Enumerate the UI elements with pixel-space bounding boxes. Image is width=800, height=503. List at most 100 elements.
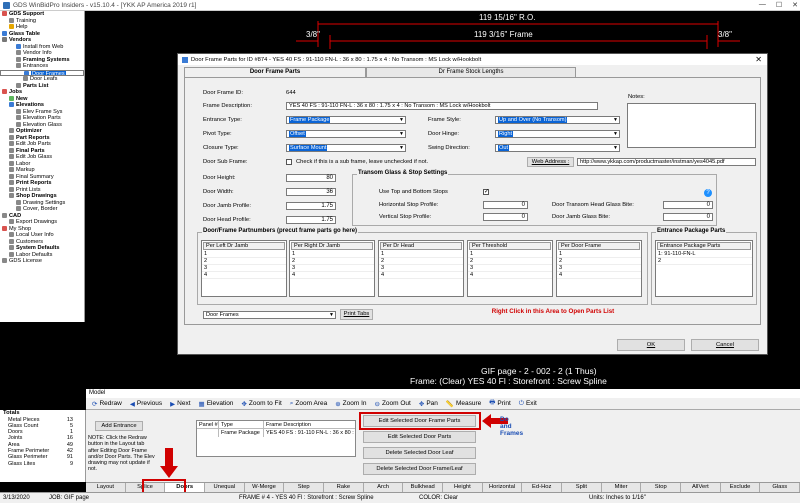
door-head-profile-input[interactable]: 1.75 (286, 216, 336, 224)
list-item[interactable]: 3 (290, 265, 374, 272)
tab-glass[interactable]: Glass (760, 483, 800, 492)
tab-exclude[interactable]: Exclude (720, 483, 761, 492)
zoom-area-button[interactable]: ⌕ Zoom Area (290, 400, 327, 408)
notes-textarea[interactable] (627, 103, 756, 148)
list-item[interactable]: 1 (557, 251, 641, 258)
help-icon[interactable]: ? (704, 189, 712, 197)
door-hinge-select[interactable]: Right ▼ (495, 130, 620, 138)
zoom-out-button[interactable]: ⊖ Zoom Out (375, 400, 411, 408)
tab-w-merge[interactable]: W-Merge (244, 483, 285, 492)
edit-door-parts-button[interactable]: Edit Selected Door Parts (363, 431, 476, 443)
delete-door-frame-button[interactable]: Delete Selected Door Frame/Leaf (363, 463, 476, 475)
pan-button[interactable]: ✥ Pan (419, 400, 438, 408)
elevation-button[interactable]: ▦ Elevation (199, 400, 234, 408)
partnumber-list[interactable]: Per Left Dr Jamb 1 2 3 4 (201, 240, 287, 297)
tab-split[interactable]: Split (562, 483, 602, 492)
frame-style-select[interactable]: Up and Over (No Transom) ▼ (495, 116, 620, 124)
pivot-type-select[interactable]: Offset ▼ (286, 130, 406, 138)
partnumber-list[interactable]: Per Threshold 1 2 3 4 (467, 240, 553, 297)
list-item[interactable]: 4 (468, 272, 552, 279)
door-width-input[interactable]: 36 (286, 188, 336, 196)
list-item[interactable]: 4 (557, 272, 641, 279)
column-header[interactable]: Panel # (197, 421, 219, 428)
entrance-package-list[interactable]: Entrance Package Parts 1: 91-110-FN-L 2 (655, 240, 753, 297)
close-icon[interactable]: ✕ (792, 1, 798, 9)
list-item[interactable]: 4 (379, 272, 463, 279)
previous-button[interactable]: ◀ Previous (130, 400, 162, 408)
column-header[interactable]: Frame Description (264, 421, 355, 428)
jamb-glass-bite-input[interactable]: 0 (663, 213, 713, 221)
tab-rake[interactable]: Rake (324, 483, 364, 492)
print-tabs-button[interactable]: Print Tabs (340, 309, 373, 320)
transom-head-glass-bite-input[interactable]: 0 (663, 201, 713, 209)
door-frames-table[interactable]: Panel # Type Frame Description Frame Pac… (196, 420, 356, 457)
list-item[interactable]: 1 (379, 251, 463, 258)
tab-unequal[interactable]: Unequal (205, 483, 245, 492)
right-click-parts-hint[interactable]: Right Click in this Area to Open Parts L… (467, 308, 639, 323)
list-item[interactable]: 3 (468, 265, 552, 272)
column-header[interactable]: Type (219, 421, 264, 428)
cancel-button[interactable]: Cancel (691, 339, 759, 351)
list-item[interactable]: 2 (656, 258, 752, 265)
horizontal-stop-input[interactable]: 0 (483, 201, 528, 209)
web-address-input[interactable]: http://www.ykkap.com/productmaster/instm… (577, 158, 756, 166)
tab-step[interactable]: Step (284, 483, 325, 492)
tab-arch[interactable]: Arch (363, 483, 404, 492)
entrance-type-select[interactable]: Frame Package ▼ (286, 116, 406, 124)
redraw-button[interactable]: ⟳ Redraw (92, 400, 122, 408)
closure-type-select[interactable]: Surface Mount ▼ (286, 144, 406, 152)
ok-button[interactable]: OK (617, 339, 685, 351)
list-item[interactable]: 2 (557, 258, 641, 265)
list-item[interactable]: 2 (379, 258, 463, 265)
list-item[interactable]: 1 (290, 251, 374, 258)
footer-select[interactable]: Door Frames ▼ (203, 311, 336, 319)
vertical-stop-input[interactable]: 0 (483, 213, 528, 221)
tab-dr-frame-stock-lengths[interactable]: Dr Frame Stock Lengths (366, 67, 576, 77)
add-entrance-button[interactable]: Add Entrance (95, 421, 143, 431)
zoom-in-button[interactable]: ⊕ Zoom In (335, 400, 366, 408)
frame-description-input[interactable]: YES 40 FS : 91-110 FN-L : 36 x 80 : 1.75… (286, 102, 598, 110)
sub-frame-checkbox[interactable] (286, 159, 292, 165)
partnumber-list[interactable]: Per Right Dr Jamb 1 2 3 4 (289, 240, 375, 297)
list-item[interactable]: 1 (202, 251, 286, 258)
list-item[interactable]: 3 (202, 265, 286, 272)
table-row[interactable]: Frame Package YES 40 FS : 91-110 FN-L : … (197, 429, 355, 437)
minimize-icon[interactable]: — (759, 1, 766, 9)
list-item[interactable]: 3 (557, 265, 641, 272)
tree-item[interactable]: GDS License (0, 258, 84, 265)
tab-allvert[interactable]: AllVert (681, 483, 721, 492)
tree-item-label: Print Lists (16, 186, 41, 193)
partnumber-list[interactable]: Per Dr Head 1 2 3 4 (378, 240, 464, 297)
tab-stop[interactable]: Stop (641, 483, 682, 492)
list-item[interactable]: 2 (290, 258, 374, 265)
tab-ed-hoz[interactable]: Ed-Hoz (522, 483, 563, 492)
partnumber-list[interactable]: Per Door Frame 1 2 3 4 (556, 240, 642, 297)
tab-height[interactable]: Height (443, 483, 483, 492)
tab-miter[interactable]: Miter (601, 483, 642, 492)
door-jamb-profile-input[interactable]: 1.75 (286, 202, 336, 210)
list-item[interactable]: 1: 91-110-FN-L (656, 251, 752, 258)
tab-bulkhead[interactable]: Bulkhead (403, 483, 444, 492)
use-stops-checkbox[interactable]: ✓ (483, 189, 489, 195)
zoom-to-fit-button[interactable]: ✥ Zoom to Fit (241, 400, 281, 408)
delete-door-leaf-button[interactable]: Delete Selected Door Leaf (363, 447, 476, 459)
list-item[interactable]: 4 (202, 272, 286, 279)
side-text-2: and (500, 423, 512, 430)
swing-direction-select[interactable]: Out ▼ (495, 144, 620, 152)
next-button[interactable]: ▶ Next (170, 400, 190, 408)
tab-layout[interactable]: Layout (86, 483, 126, 492)
door-height-input[interactable]: 80 (286, 174, 336, 182)
print-button[interactable]: 🖶 Print (489, 398, 511, 409)
dialog-close-icon[interactable]: ✕ (755, 55, 762, 64)
status-units: Units: Inches to 1/16" (589, 495, 646, 501)
exit-button[interactable]: ⏻ Exit (519, 400, 537, 408)
list-item[interactable]: 2 (468, 258, 552, 265)
list-item[interactable]: 1 (468, 251, 552, 258)
measure-button[interactable]: 📏 Measure (446, 400, 481, 408)
tab-horizontal[interactable]: Horizontal (482, 483, 523, 492)
maximize-icon[interactable]: ☐ (776, 1, 782, 9)
list-item[interactable]: 3 (379, 265, 463, 272)
list-item[interactable]: 4 (290, 272, 374, 279)
web-address-button[interactable]: Web Address : (527, 157, 574, 167)
list-item[interactable]: 2 (202, 258, 286, 265)
